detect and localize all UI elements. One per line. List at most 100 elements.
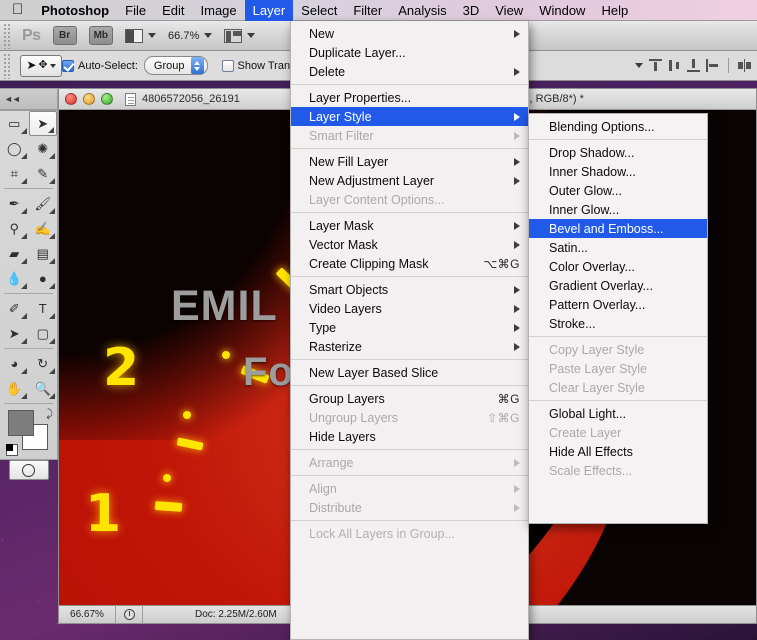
layer-menu-item-rasterize[interactable]: Rasterize: [291, 337, 528, 356]
layer-style-item-satin[interactable]: Satin...: [529, 238, 707, 257]
spot-healing-brush-icon[interactable]: ✒: [0, 191, 29, 216]
menubar-item-edit[interactable]: Edit: [154, 0, 192, 21]
distribute-icon[interactable]: [738, 59, 751, 72]
arrange-documents-menu[interactable]: [224, 28, 256, 43]
layer-style-item-pattern-overlay[interactable]: Pattern Overlay...: [529, 295, 707, 314]
path-selection-tool-icon[interactable]: ➤: [0, 321, 29, 346]
layer-menu-item-delete[interactable]: Delete: [291, 62, 528, 81]
layer-menu-item-vector-mask[interactable]: Vector Mask: [291, 235, 528, 254]
menubar-item-help[interactable]: Help: [593, 0, 636, 21]
align-bottom-edges-icon[interactable]: [687, 59, 700, 72]
zoom-window-button[interactable]: [101, 93, 113, 105]
optionsbar-gripper[interactable]: [3, 52, 12, 79]
close-window-button[interactable]: [65, 93, 77, 105]
eraser-tool-icon[interactable]: ▰: [0, 241, 29, 266]
layer-style-item-drop-shadow[interactable]: Drop Shadow...: [529, 143, 707, 162]
menubar-item-analysis[interactable]: Analysis: [390, 0, 454, 21]
tools-panel-header[interactable]: ◄◄: [0, 88, 58, 110]
layer-style-item-hide-all-effects[interactable]: Hide All Effects: [529, 442, 707, 461]
layer-style-item-global-light[interactable]: Global Light...: [529, 404, 707, 423]
layer-menu-item-duplicate-layer[interactable]: Duplicate Layer...: [291, 43, 528, 62]
menubar-item-view[interactable]: View: [487, 0, 531, 21]
layer-menu-item-layer-style[interactable]: Layer Style: [291, 107, 528, 126]
crop-tool-icon[interactable]: ⌗: [0, 161, 29, 186]
view-extras-menu[interactable]: [125, 28, 157, 43]
auto-select-checkbox[interactable]: [62, 59, 74, 72]
dodge-tool-icon[interactable]: ●: [29, 266, 58, 291]
status-zoom-value[interactable]: 66.67%: [59, 609, 115, 620]
layer-menu-item-group-layers[interactable]: Group Layers ⌘G: [291, 389, 528, 408]
layer-style-item-color-overlay[interactable]: Color Overlay...: [529, 257, 707, 276]
quick-selection-tool-icon[interactable]: ✺: [29, 136, 58, 161]
submenu-arrow-icon: [514, 285, 520, 294]
menubar-item-window[interactable]: Window: [531, 0, 593, 21]
mini-bridge-button[interactable]: Mb: [88, 26, 114, 45]
align-left-edges-icon[interactable]: [706, 59, 719, 72]
hand-tool-icon[interactable]: ✋: [0, 376, 29, 401]
move-tool-icon[interactable]: ➤ ✥: [20, 54, 62, 77]
more-options-icon[interactable]: [635, 63, 643, 68]
history-brush-tool-icon[interactable]: ✍: [29, 216, 58, 241]
collapse-panel-icon[interactable]: ◄◄: [4, 94, 21, 104]
bridge-button[interactable]: Br: [52, 26, 77, 45]
align-vertical-centers-icon[interactable]: [668, 59, 681, 72]
status-doc-info[interactable]: Doc: 2.25M/2.60M: [143, 609, 277, 620]
eyedropper-tool-icon[interactable]: ✎: [29, 161, 58, 186]
lasso-tool-icon[interactable]: ◯: [0, 136, 29, 161]
layer-style-item-gradient-overlay[interactable]: Gradient Overlay...: [529, 276, 707, 295]
layer-style-item-inner-shadow[interactable]: Inner Shadow...: [529, 162, 707, 181]
clone-stamp-tool-icon[interactable]: ⚲: [0, 216, 29, 241]
layer-menu-item-new[interactable]: New: [291, 24, 528, 43]
toolbar-divider: [728, 58, 729, 73]
layer-style-item-outer-glow[interactable]: Outer Glow...: [529, 181, 707, 200]
marquee-tool-icon[interactable]: ▭: [0, 111, 29, 136]
appbar-gripper[interactable]: [3, 22, 12, 49]
rectangle-tool-icon[interactable]: ▢: [29, 321, 58, 346]
menubar-item-photoshop[interactable]: Photoshop: [33, 0, 117, 21]
layer-menu-item-type[interactable]: Type: [291, 318, 528, 337]
layer-menu-item-create-clipping-mask[interactable]: Create Clipping Mask ⌥⌘G: [291, 254, 528, 273]
layer-menu-item-layer-mask[interactable]: Layer Mask: [291, 216, 528, 235]
layer-menu-item-hide-layers[interactable]: Hide Layers: [291, 427, 528, 446]
align-top-edges-icon[interactable]: [649, 59, 662, 72]
layer-style-item-stroke[interactable]: Stroke...: [529, 314, 707, 333]
menubar-item-3d[interactable]: 3D: [455, 0, 488, 21]
brush-tool-icon[interactable]: 🖌: [29, 191, 58, 216]
layer-style-item-inner-glow[interactable]: Inner Glow...: [529, 200, 707, 219]
gradient-tool-icon[interactable]: ▤: [29, 241, 58, 266]
menubar-item-image[interactable]: Image: [193, 0, 245, 21]
default-colors-icon[interactable]: [6, 444, 18, 456]
minimize-window-button[interactable]: [83, 93, 95, 105]
layer-menu-item-smart-objects[interactable]: Smart Objects: [291, 280, 528, 299]
color-swatches[interactable]: ⤸: [6, 408, 57, 456]
layer-menu-item-new-layer-based-slice[interactable]: New Layer Based Slice: [291, 363, 528, 382]
menubar-item-layer[interactable]: Layer: [244, 0, 294, 21]
layer-menu-item-layer-properties[interactable]: Layer Properties...: [291, 88, 528, 107]
zoom-tool-icon[interactable]: 🔍: [29, 376, 58, 401]
auto-select-scope-select[interactable]: Group: [143, 56, 208, 75]
menu-separator: [529, 400, 707, 401]
zoom-level-menu[interactable]: 66.7%: [168, 30, 213, 42]
type-tool-icon[interactable]: T: [29, 296, 58, 321]
layer-menu-item-video-layers[interactable]: Video Layers: [291, 299, 528, 318]
quick-mask-mode-icon[interactable]: [8, 460, 49, 480]
swap-colors-icon[interactable]: ⤸: [46, 408, 53, 421]
layer-menu-item-new-adjustment-layer[interactable]: New Adjustment Layer: [291, 171, 528, 190]
layer-style-item-blending-options[interactable]: Blending Options...: [529, 117, 707, 136]
3d-orbit-tool-icon[interactable]: ↻: [29, 351, 58, 376]
foreground-color-swatch[interactable]: [8, 410, 34, 436]
3d-rotate-tool-icon[interactable]: ◕: [0, 351, 29, 376]
menubar-item-filter[interactable]: Filter: [345, 0, 390, 21]
apple-icon[interactable]: : [12, 2, 23, 17]
document-file-icon: [125, 92, 136, 106]
menubar-item-file[interactable]: File: [117, 0, 154, 21]
timing-icon: [116, 609, 142, 620]
layer-style-item-bevel-and-emboss[interactable]: Bevel and Emboss...: [529, 219, 707, 238]
layer-menu-item-new-fill-layer[interactable]: New Fill Layer: [291, 152, 528, 171]
menubar-item-select[interactable]: Select: [293, 0, 345, 21]
pen-tool-icon[interactable]: ✐: [0, 296, 29, 321]
blur-tool-icon[interactable]: 💧: [0, 266, 29, 291]
stepper-icon[interactable]: [190, 57, 204, 74]
show-transform-checkbox[interactable]: [221, 59, 234, 72]
move-tool-icon[interactable]: ➤: [28, 111, 57, 136]
